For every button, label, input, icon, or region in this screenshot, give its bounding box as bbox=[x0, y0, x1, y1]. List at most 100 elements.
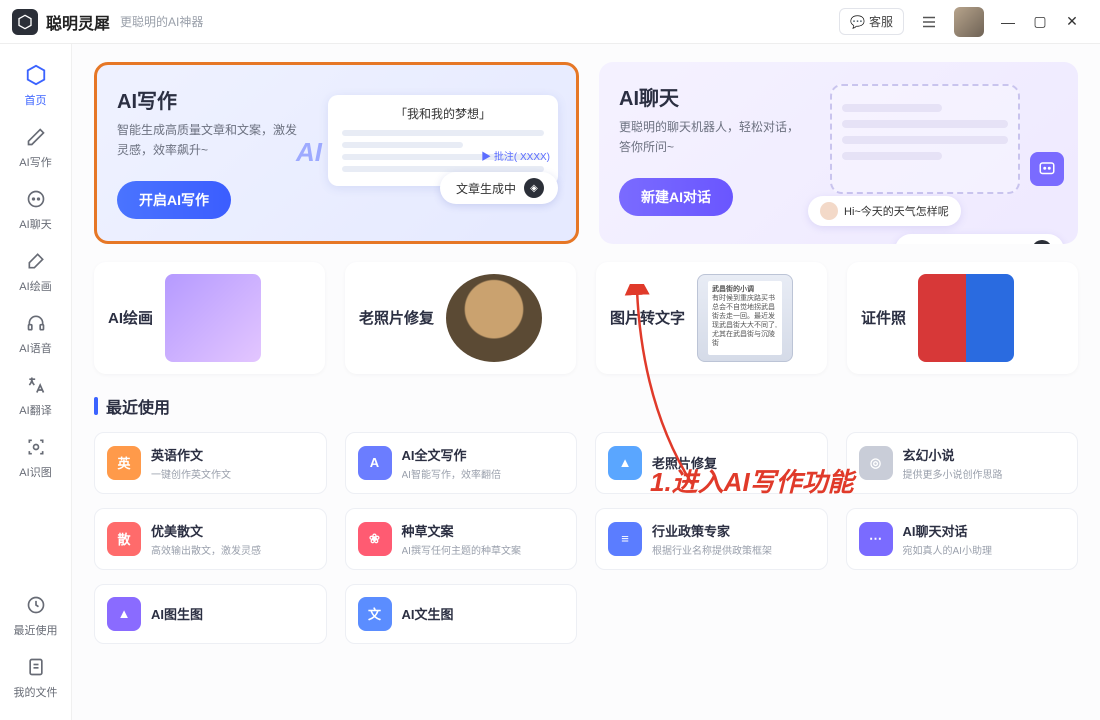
sidebar-label: AI识图 bbox=[19, 464, 51, 480]
feature-row: AI绘画 老照片修复 图片转文字武昌街的小调有时候到重庆路买书总会不自觉地拐武昌… bbox=[94, 262, 1078, 374]
recent-item-icon: 散 bbox=[107, 522, 141, 556]
chat-smile-icon bbox=[1030, 152, 1064, 186]
feature-title: 图片转文字 bbox=[610, 307, 685, 328]
recent-item-desc: AI智能写作，效率翻倍 bbox=[402, 466, 501, 481]
feature-thumb bbox=[165, 274, 261, 362]
sidebar-item-draw[interactable]: AI绘画 bbox=[6, 240, 66, 300]
sidebar-label: AI写作 bbox=[19, 154, 51, 170]
sidebar-label: AI聊天 bbox=[19, 216, 51, 232]
recent-item-title: 种草文案 bbox=[402, 521, 521, 540]
recent-item[interactable]: ❀ 种草文案 AI撰写任何主题的种草文案 bbox=[345, 508, 578, 570]
recent-item-icon: ❀ bbox=[358, 522, 392, 556]
sidebar-label: 首页 bbox=[25, 92, 47, 108]
recent-item-desc: 高效输出散文，激发灵感 bbox=[151, 542, 261, 557]
recent-item-desc: 根据行业名称提供政策框架 bbox=[652, 542, 772, 557]
sidebar-item-files[interactable]: 我的文件 bbox=[6, 646, 66, 706]
ai-avatar-icon: ◈ bbox=[1032, 240, 1052, 244]
feature-thumb bbox=[446, 274, 542, 362]
sidebar-item-voice[interactable]: AI语音 bbox=[6, 302, 66, 362]
recent-item-icon: ◎ bbox=[859, 446, 893, 480]
recent-item-icon: 文 bbox=[358, 597, 392, 631]
sidebar-item-translate[interactable]: AI翻译 bbox=[6, 364, 66, 424]
hero-card-writing[interactable]: AI写作 智能生成高质量文章和文案，激发灵感，效率飙升~ 开启AI写作 AI 「… bbox=[94, 62, 579, 244]
recent-item-desc: 一键创作英文作文 bbox=[151, 466, 231, 481]
recent-item[interactable]: ▲ AI图生图 bbox=[94, 584, 327, 644]
recent-item-title: 玄幻小说 bbox=[903, 445, 1003, 464]
feature-card-restore[interactable]: 老照片修复 bbox=[345, 262, 576, 374]
app-slogan: 更聪明的AI神器 bbox=[120, 13, 203, 30]
generating-label: 文章生成中 bbox=[456, 180, 516, 197]
sidebar-item-home[interactable]: 首页 bbox=[6, 54, 66, 114]
bubble-text: Hi~今天的天气怎样呢 bbox=[844, 203, 949, 219]
writing-preview: AI 「我和我的梦想」 ▶ 批注( XXXX) 文章生成中◈ bbox=[328, 95, 558, 186]
recent-item[interactable]: ◎ 玄幻小说 提供更多小说创作思路 bbox=[846, 432, 1079, 494]
brush-icon bbox=[23, 248, 49, 274]
sidebar-label: AI语音 bbox=[19, 340, 51, 356]
ocr-sample-title: 武昌街的小调 bbox=[712, 286, 754, 293]
feature-card-ocr[interactable]: 图片转文字武昌街的小调有时候到重庆路买书总会不自觉地拐武昌街去走一回。最近发现武… bbox=[596, 262, 827, 374]
pen-icon bbox=[23, 124, 49, 150]
recent-item-title: 老照片修复 bbox=[652, 453, 717, 472]
chat-preview: Hi~今天的天气怎样呢 你好呀，今天天气晴朗...◈ bbox=[830, 84, 1060, 194]
support-button[interactable]: 💬 客服 bbox=[839, 8, 904, 35]
recent-item[interactable]: A AI全文写作 AI智能写作，效率翻倍 bbox=[345, 432, 578, 494]
feature-title: 老照片修复 bbox=[359, 307, 434, 328]
feature-title: AI绘画 bbox=[108, 307, 153, 328]
recent-grid: 英 英语作文 一键创作英文作文 A AI全文写作 AI智能写作，效率翻倍 ▲ 老照片… bbox=[94, 432, 1078, 644]
sidebar-label: AI翻译 bbox=[19, 402, 51, 418]
chat-bubble-ai: 你好呀，今天天气晴朗... ◈ bbox=[895, 234, 1064, 244]
recent-item[interactable]: ▲ 老照片修复 bbox=[595, 432, 828, 494]
sidebar-item-ocr[interactable]: AI识图 bbox=[6, 426, 66, 486]
app-logo-icon bbox=[12, 9, 38, 35]
user-avatar-icon bbox=[820, 202, 838, 220]
close-button[interactable]: ✕ bbox=[1060, 10, 1084, 34]
file-icon bbox=[23, 654, 49, 680]
section-heading-text: 最近使用 bbox=[106, 394, 170, 418]
ai-badge-icon: AI bbox=[296, 137, 322, 168]
recent-heading: 最近使用 bbox=[94, 394, 1078, 418]
minimize-button[interactable]: — bbox=[996, 10, 1020, 34]
recent-item-icon: ▲ bbox=[608, 446, 642, 480]
app-name: 聪明灵犀 bbox=[46, 10, 110, 34]
translate-icon bbox=[23, 372, 49, 398]
start-writing-button[interactable]: 开启AI写作 bbox=[117, 181, 231, 219]
recent-item[interactable]: 散 优美散文 高效输出散文，激发灵感 bbox=[94, 508, 327, 570]
hero-card-chat[interactable]: AI聊天 更聪明的聊天机器人，轻松对话，答你所问~ 新建AI对话 Hi~今天的天… bbox=[599, 62, 1078, 244]
maximize-button[interactable]: ▢ bbox=[1028, 10, 1052, 34]
chat-icon bbox=[23, 186, 49, 212]
recent-item[interactable]: ≡ 行业政策专家 根据行业名称提供政策框架 bbox=[595, 508, 828, 570]
recent-item[interactable]: 英 英语作文 一键创作英文作文 bbox=[94, 432, 327, 494]
sidebar-item-writing[interactable]: AI写作 bbox=[6, 116, 66, 176]
recent-item[interactable]: ⋯ AI聊天对话 宛如真人的AI小助理 bbox=[846, 508, 1079, 570]
recent-item-icon: 英 bbox=[107, 446, 141, 480]
recent-item-icon: ▲ bbox=[107, 597, 141, 631]
feature-thumb: 武昌街的小调有时候到重庆路买书总会不自觉地拐武昌街去走一回。最近发现武昌街大大不… bbox=[697, 274, 793, 362]
hero-desc: 更聪明的聊天机器人，轻松对话，答你所问~ bbox=[619, 117, 799, 158]
recent-item-title: AI聊天对话 bbox=[903, 521, 992, 540]
logo-dot-icon: ◈ bbox=[524, 178, 544, 198]
recent-item[interactable]: 文 AI文生图 bbox=[345, 584, 578, 644]
recent-item-desc: AI撰写任何主题的种草文案 bbox=[402, 542, 521, 557]
home-icon bbox=[23, 62, 49, 88]
recent-item-desc: 宛如真人的AI小助理 bbox=[903, 542, 992, 557]
recent-item-title: 优美散文 bbox=[151, 521, 261, 540]
bubble-text: 你好呀，今天天气晴朗... bbox=[907, 242, 1026, 244]
sidebar-item-recent[interactable]: 最近使用 bbox=[6, 584, 66, 644]
titlebar: 聪明灵犀 更聪明的AI神器 💬 客服 — ▢ ✕ bbox=[0, 0, 1100, 44]
recent-item-icon: ≡ bbox=[608, 522, 642, 556]
sidebar: 首页 AI写作 AI聊天 AI绘画 AI语音 AI翻译 AI识图 最近使用 我的… bbox=[0, 44, 72, 720]
recent-item-title: AI全文写作 bbox=[402, 445, 501, 464]
feature-card-idphoto[interactable]: 证件照 bbox=[847, 262, 1078, 374]
new-chat-button[interactable]: 新建AI对话 bbox=[619, 178, 733, 216]
sidebar-item-chat[interactable]: AI聊天 bbox=[6, 178, 66, 238]
main-content: AI写作 智能生成高质量文章和文案，激发灵感，效率飙升~ 开启AI写作 AI 「… bbox=[72, 44, 1100, 720]
feature-thumb bbox=[918, 274, 1014, 362]
generating-pill: 文章生成中 ◈ bbox=[440, 172, 558, 204]
preview-note: ▶ 批注( XXXX) bbox=[481, 148, 550, 163]
menu-icon[interactable] bbox=[916, 9, 942, 35]
ocr-sample-body: 有时候到重庆路买书总会不自觉地拐武昌街去走一回。最近发现武昌街大大不同了,尤其在… bbox=[712, 294, 778, 349]
recent-item-title: 行业政策专家 bbox=[652, 521, 772, 540]
feature-card-draw[interactable]: AI绘画 bbox=[94, 262, 325, 374]
user-avatar[interactable] bbox=[954, 7, 984, 37]
recent-item-icon: A bbox=[358, 446, 392, 480]
